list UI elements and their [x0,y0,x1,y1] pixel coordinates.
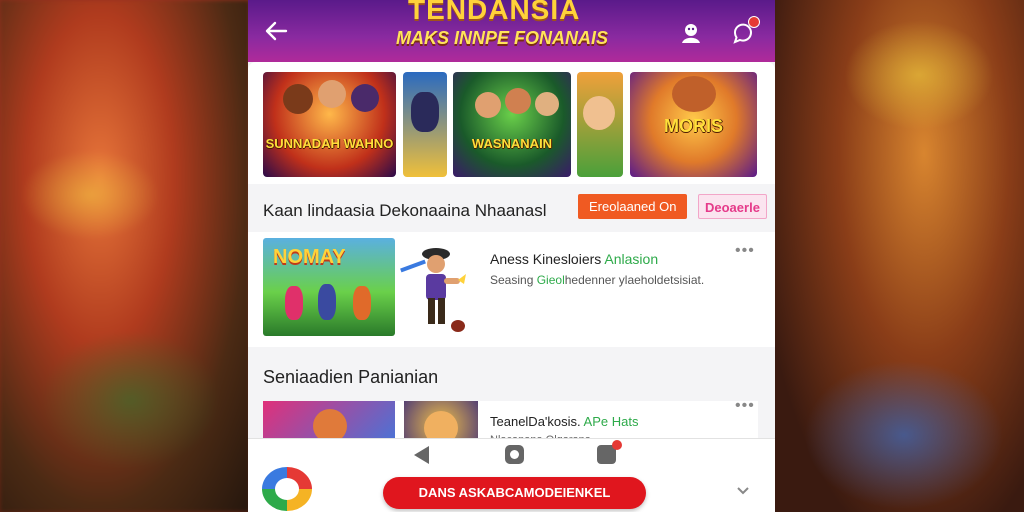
game-thumbnail[interactable] [403,72,447,177]
nav-home-icon[interactable] [505,445,524,464]
filter-row-title: Kaan lindaasia Dekonaaina Nhaanasl [263,201,547,220]
header-banner: TENDANSIA MAKS INNPE FONANAIS [248,0,775,62]
character-figure [318,284,336,320]
cta-button[interactable]: DANS ASKABCAMODEIENKEL [383,477,646,509]
desc-prefix: Seasing [490,273,534,287]
pirate-character-illustration [400,248,470,332]
content-card: SUNNADAH WAHNO WASNANAIN MORIS Kaan lind… [248,62,775,512]
character-figure [411,92,439,132]
featured-game-name-accent: Anlasion [604,251,659,267]
featured-game-image: NOMAY [263,238,395,336]
game-thumbnail[interactable]: SUNNADAH WAHNO [263,72,396,177]
app-logo [262,467,312,511]
list-item-name-text: TeanelDa'kosis. [490,414,581,429]
back-button[interactable] [264,20,288,48]
more-options-button[interactable]: ••• [735,242,755,260]
banner-subtitle: MAKS INNPE FONANAIS [396,28,609,48]
character-figure [672,76,716,112]
background-blur-blob [20,150,160,240]
chat-button[interactable] [730,16,760,46]
notification-badge [748,16,760,28]
background-blur-blob [804,360,1004,510]
game-carousel: SUNNADAH WAHNO WASNANAIN MORIS [263,72,763,177]
game-thumbnail[interactable]: MORIS [630,72,757,177]
featured-image-label: NOMAY [273,246,346,268]
chevron-down-icon[interactable] [736,483,750,501]
character-figure [353,286,371,320]
background-right [774,0,1024,512]
character-figure [505,88,531,114]
thumbnail-label: WASNANAIN [471,136,553,151]
notification-badge [612,440,622,450]
character-figure [475,92,501,118]
game-thumbnail[interactable] [577,72,623,177]
section-title: Seniaadien Panianian [263,367,439,387]
bottom-bar: DANS ASKABCAMODEIENKEL [248,438,775,512]
list-item-name-accent: APe Hats [583,414,639,429]
filter-chip-primary[interactable]: Ereolaaned On [578,194,688,219]
game-thumbnail[interactable]: WASNANAIN [453,72,571,177]
nav-recent-icon[interactable] [597,440,622,464]
character-figure [351,84,379,112]
banner-title: TENDANSIA [408,0,581,25]
featured-game-name-text: Aness Kinesloiers [490,251,602,267]
background-left [0,0,250,512]
background-blur-blob [40,330,220,470]
phone-screen: TENDANSIA MAKS INNPE FONANAIS SUNNADAH W… [248,0,775,512]
list-item-name: TeanelDa'kosis. APe Hats [490,414,638,429]
thumbnail-label: MORIS [663,116,723,136]
arrow-left-icon [265,21,288,41]
character-figure [318,80,346,108]
featured-game-name: Aness Kinesloiers Anlasion [490,251,658,267]
character-figure [283,84,313,114]
background-blur-blob [844,20,994,130]
desc-accent: Gieol [536,273,565,287]
featured-game-item[interactable]: NOMAY Aness Kinesloiers Anlasion Seasing… [248,232,775,347]
filter-chip-secondary[interactable]: Deoaerle [698,194,767,219]
thumbnail-label: SUNNADAH WAHNO [265,136,394,151]
character-figure [535,92,559,116]
nav-back-icon[interactable] [414,446,429,464]
character-figure [285,286,303,320]
desc-rest: hedenner ylaeholdetsisiat. [564,273,705,287]
featured-game-description: Seasing Gieolhedenner ylaeholdetsisiat. [490,273,704,287]
more-options-button[interactable]: ••• [735,397,755,415]
profile-button[interactable] [678,20,704,46]
filter-row: Kaan lindaasia Dekonaaina Nhaanasl Ereol… [248,184,775,232]
user-icon [682,24,700,43]
character-figure [583,96,615,130]
